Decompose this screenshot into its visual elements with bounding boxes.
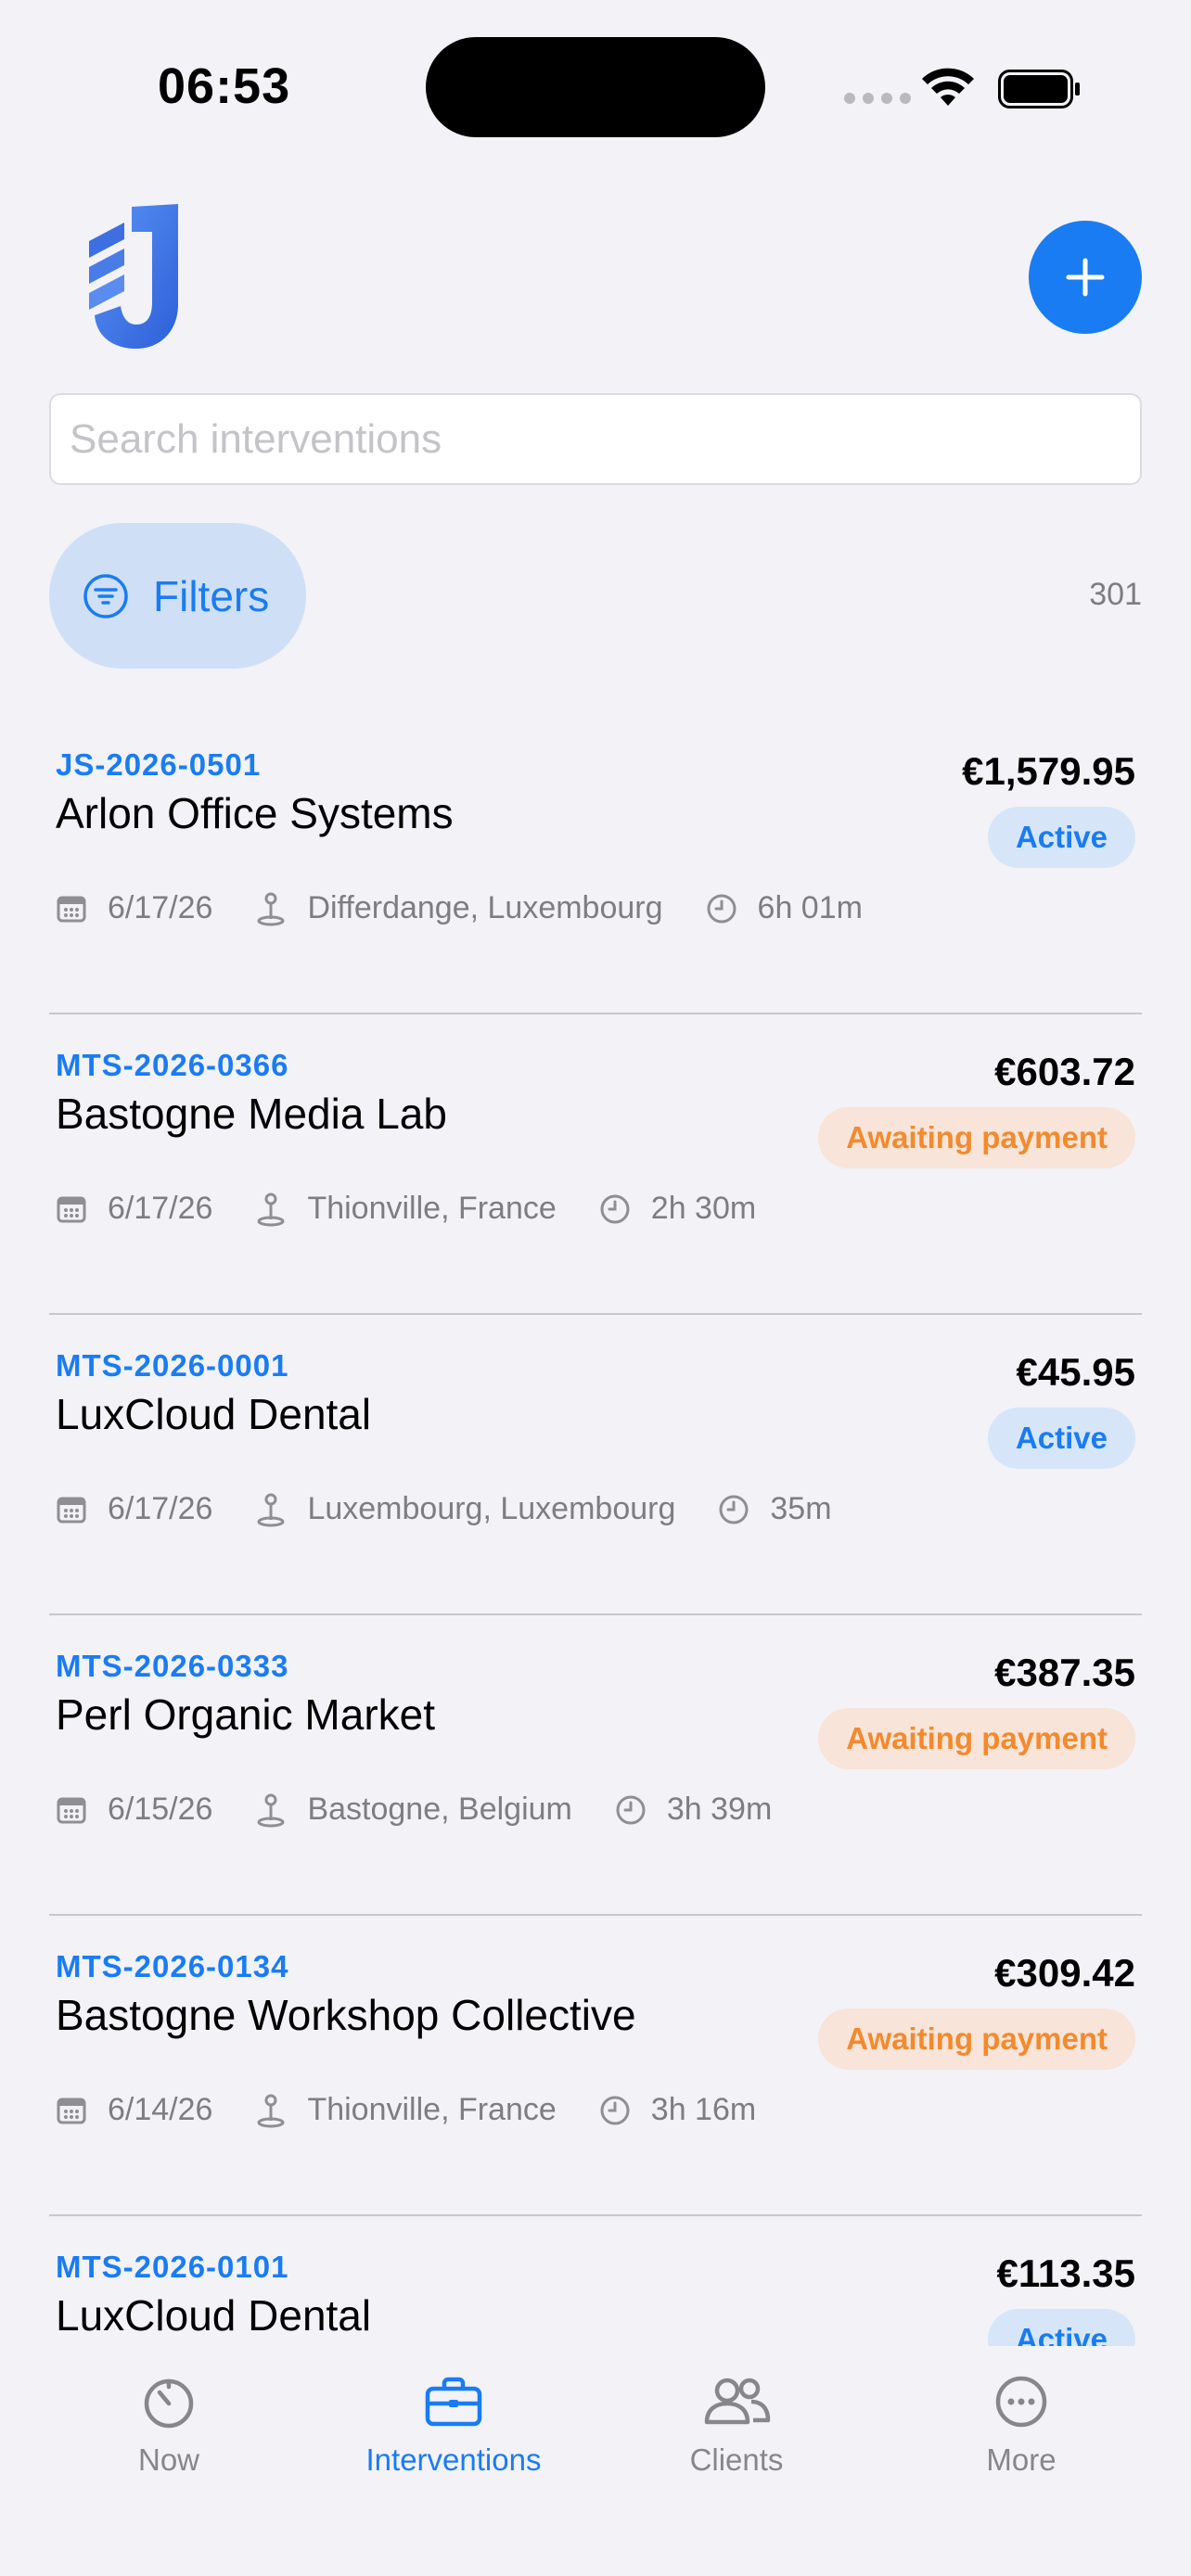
intervention-amount: €1,579.95 <box>962 749 1135 793</box>
location-pin-icon <box>257 1793 285 1827</box>
list-item[interactable]: JS-2026-0501 Arlon Office Systems €1,579… <box>49 714 1142 1014</box>
list-item[interactable]: MTS-2026-0101 LuxCloud Dental €113.35 Ac… <box>49 2216 1142 2346</box>
intervention-duration: 2h 30m <box>650 1191 757 1226</box>
clock-icon <box>707 894 736 923</box>
filter-icon <box>83 573 128 618</box>
intervention-ref: MTS-2026-0101 <box>56 2250 289 2284</box>
add-intervention-button[interactable] <box>1029 221 1142 334</box>
intervention-date: 6/17/26 <box>108 890 213 925</box>
intervention-location: Bastogne, Belgium <box>307 1792 572 1827</box>
status-badge: Active <box>987 2309 1135 2346</box>
client-name: Arlon Office Systems <box>56 789 454 837</box>
tab-interventions-label: Interventions <box>365 2442 542 2477</box>
app-logo <box>89 204 178 349</box>
clock-icon <box>616 1795 646 1824</box>
intervention-location: Luxembourg, Luxembourg <box>307 1491 676 1526</box>
clock-icon <box>600 2096 630 2124</box>
filters-button[interactable]: Filters <box>49 523 306 669</box>
filters-label: Filters <box>153 571 270 620</box>
intervention-duration: 3h 16m <box>650 2092 757 2127</box>
client-name: LuxCloud Dental <box>56 2291 372 2340</box>
intervention-amount: €113.35 <box>996 2251 1135 2295</box>
intervention-meta: 6/15/26 Bastogne, Belgium 3h 39m <box>56 1792 814 1828</box>
intervention-ref: MTS-2026-0366 <box>56 1048 289 1082</box>
intervention-ref: MTS-2026-0134 <box>56 1949 289 1983</box>
status-time: 06:53 <box>158 58 291 114</box>
tab-bar: Now Interventions Clients More <box>0 2348 1191 2576</box>
intervention-amount: €387.35 <box>994 1651 1135 1694</box>
intervention-ref: JS-2026-0501 <box>56 747 262 782</box>
cellular-signal-icon <box>844 93 911 104</box>
intervention-meta: 6/17/26 Differdange, Luxembourg 6h 01m <box>56 890 905 926</box>
intervention-date: 6/14/26 <box>108 2092 213 2127</box>
tab-clients-label: Clients <box>689 2442 784 2477</box>
tab-more-label: More <box>986 2442 1057 2477</box>
intervention-ref: MTS-2026-0333 <box>56 1649 289 1683</box>
intervention-meta: 6/17/26 Luxembourg, Luxembourg 35m <box>56 1491 875 1527</box>
status-badge: Awaiting payment <box>818 1107 1135 1168</box>
list-item[interactable]: MTS-2026-0366 Bastogne Media Lab €603.72… <box>49 1014 1142 1315</box>
tab-clients[interactable]: Clients <box>625 2374 848 2478</box>
result-count: 301 <box>1089 577 1142 612</box>
intervention-meta: 6/17/26 Thionville, France 2h 30m <box>56 1191 799 1227</box>
intervention-amount: €603.72 <box>994 1050 1135 1093</box>
people-icon <box>704 2378 771 2425</box>
list-item[interactable]: MTS-2026-0134 Bastogne Workshop Collecti… <box>49 1916 1142 2216</box>
calendar-icon <box>57 1797 86 1823</box>
plus-icon <box>1066 258 1105 297</box>
tab-more[interactable]: More <box>910 2374 1133 2478</box>
intervention-location: Thionville, France <box>307 1191 557 1226</box>
intervention-ref: MTS-2026-0001 <box>56 1348 289 1383</box>
calendar-icon <box>57 896 86 922</box>
battery-icon <box>998 70 1080 108</box>
list-item[interactable]: MTS-2026-0333 Perl Organic Market €387.3… <box>49 1615 1142 1916</box>
intervention-duration: 35m <box>770 1491 832 1526</box>
briefcase-icon <box>425 2377 482 2427</box>
client-name: Perl Organic Market <box>56 1690 436 1739</box>
status-bar: 06:53 <box>0 0 1191 176</box>
client-name: LuxCloud Dental <box>56 1390 372 1438</box>
intervention-location: Differdange, Luxembourg <box>307 890 663 925</box>
status-badge: Active <box>987 807 1135 868</box>
location-pin-icon <box>257 1192 285 1226</box>
intervention-date: 6/17/26 <box>108 1491 213 1526</box>
dynamic-island <box>426 37 765 137</box>
timer-icon <box>144 2378 194 2429</box>
tab-now-label: Now <box>137 2442 200 2477</box>
status-badge: Active <box>987 1408 1135 1469</box>
clock-icon <box>719 1495 749 1524</box>
calendar-icon <box>57 1196 86 1222</box>
intervention-date: 6/15/26 <box>108 1792 213 1827</box>
status-badge: Awaiting payment <box>818 2009 1135 2070</box>
list-item[interactable]: MTS-2026-0001 LuxCloud Dental €45.95 Act… <box>49 1315 1142 1615</box>
clock-icon <box>600 1194 630 1223</box>
wifi-icon <box>922 68 974 106</box>
interventions-list[interactable]: JS-2026-0501 Arlon Office Systems €1,579… <box>49 714 1142 2346</box>
calendar-icon <box>57 1497 86 1523</box>
intervention-location: Thionville, France <box>307 2092 557 2127</box>
ellipsis-circle-icon <box>995 2376 1047 2428</box>
calendar-icon <box>57 2098 86 2123</box>
tab-now[interactable]: Now <box>58 2374 280 2478</box>
intervention-meta: 6/14/26 Thionville, France 3h 16m <box>56 2092 799 2128</box>
location-pin-icon <box>257 1493 285 1526</box>
search-input[interactable] <box>49 393 1142 485</box>
client-name: Bastogne Media Lab <box>56 1090 447 1138</box>
intervention-date: 6/17/26 <box>108 1191 213 1226</box>
location-pin-icon <box>257 892 285 925</box>
intervention-amount: €309.42 <box>994 1951 1135 1995</box>
status-badge: Awaiting payment <box>818 1708 1135 1769</box>
tab-interventions[interactable]: Interventions <box>342 2374 565 2478</box>
intervention-amount: €45.95 <box>1016 1350 1135 1394</box>
intervention-duration: 6h 01m <box>757 890 863 925</box>
location-pin-icon <box>257 2094 285 2127</box>
intervention-duration: 3h 39m <box>666 1792 773 1827</box>
client-name: Bastogne Workshop Collective <box>56 1991 636 2039</box>
